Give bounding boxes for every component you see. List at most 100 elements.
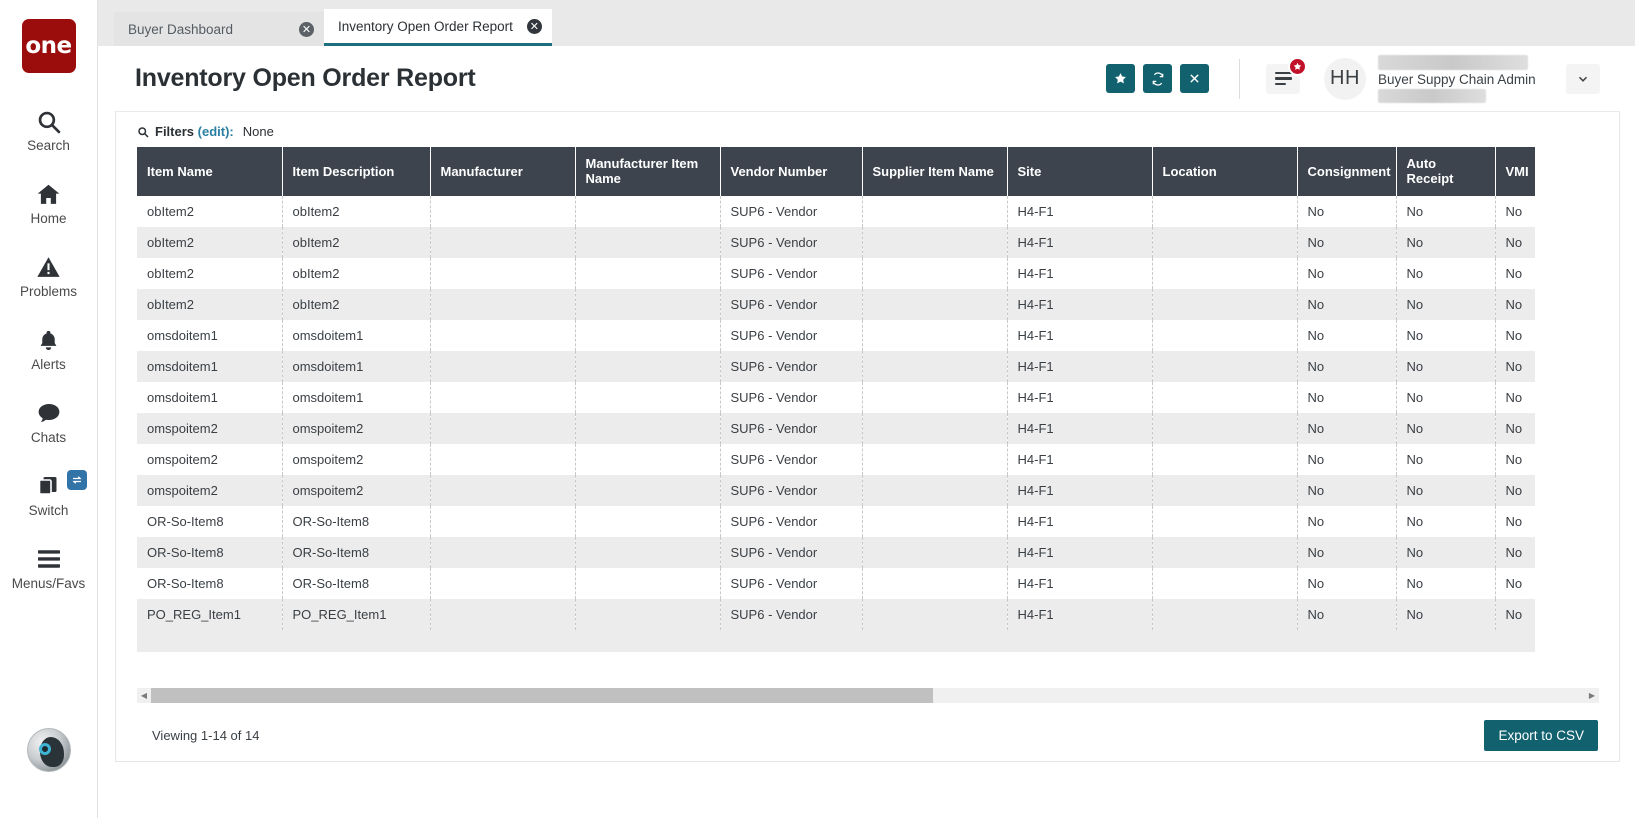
- table-cell: omspoitem2: [282, 443, 431, 475]
- avatar[interactable]: HH: [1324, 57, 1366, 100]
- left-sidebar: one Search Home Problems Alerts Chats Switch M…: [0, 0, 98, 818]
- filters-edit-link[interactable]: (edit):: [198, 124, 234, 139]
- sidebar-item-problems[interactable]: Problems: [0, 239, 97, 312]
- windows-stack-icon: [35, 471, 62, 501]
- table-cell: obItem2: [137, 226, 283, 258]
- table-cell: [575, 350, 721, 382]
- table-cell: No: [1396, 288, 1496, 320]
- table-row[interactable]: obItem2 obItem2 SUP6 - Vendor H4-F1 No No No: [137, 226, 1535, 258]
- table-cell: [862, 319, 1008, 351]
- table-cell: [575, 257, 721, 289]
- table-cell: [1152, 567, 1298, 599]
- table-cell: No: [1505, 296, 1523, 312]
- tab-label: Inventory Open Order Report: [338, 18, 513, 34]
- column-header[interactable]: Consignment: [1297, 147, 1397, 196]
- table-cell: OR-So-Item8: [282, 567, 431, 599]
- scroll-right-arrow[interactable]: ▶: [1585, 688, 1599, 703]
- tab-inventory-open-order-report[interactable]: Inventory Open Order Report ✕: [324, 9, 552, 46]
- table-cell: [862, 195, 1008, 227]
- scrollbar-thumb[interactable]: [151, 688, 933, 703]
- column-header[interactable]: VMI: [1495, 147, 1535, 196]
- sidebar-item-label: Alerts: [31, 357, 66, 373]
- table-cell: [1152, 350, 1298, 382]
- table-row[interactable]: obItem2 obItem2 SUP6 - Vendor H4-F1 No No No: [137, 288, 1535, 320]
- close-circle-icon[interactable]: ✕: [299, 21, 314, 37]
- table-cell: No: [1297, 195, 1397, 227]
- sidebar-item-menus-favs[interactable]: Menus/Favs: [0, 531, 97, 604]
- table-row[interactable]: PO_REG_Item1 PO_REG_Item1 SUP6 - Vendor H4-…: [137, 598, 1535, 630]
- table-cell: [1152, 474, 1298, 506]
- export-to-csv-button[interactable]: Export to CSV: [1484, 719, 1598, 751]
- close-circle-icon[interactable]: ✕: [526, 18, 542, 34]
- search-icon: [137, 126, 149, 138]
- sidebar-item-alerts[interactable]: Alerts: [0, 312, 97, 385]
- table-row[interactable]: obItem2 obItem2 SUP6 - Vendor H4-F1 No No No: [137, 195, 1535, 227]
- user-info-block[interactable]: Buyer Suppy Chain Admin: [1378, 53, 1548, 105]
- table-row[interactable]: omsdoitem1 omsdoitem1 SUP6 - Vendor H4-F1 No…: [137, 381, 1535, 413]
- table-cell: [430, 257, 576, 289]
- star-icon: [1293, 62, 1302, 70]
- table-cell: No: [1505, 327, 1523, 343]
- table-cell: No: [1297, 350, 1397, 382]
- column-header[interactable]: Location: [1152, 147, 1298, 196]
- table-cell: obItem2: [282, 288, 431, 320]
- x-icon: [1190, 74, 1199, 83]
- page-header: Inventory Open Order Report HH Buyer Sup…: [115, 46, 1620, 112]
- inventory-open-order-table: Item Name Item Description Manufacturer Man…: [137, 147, 1535, 652]
- page-title: Inventory Open Order Report: [135, 64, 476, 92]
- table-row[interactable]: omspoitem2 omspoitem2 SUP6 - Vendor H4-F1 No…: [137, 474, 1535, 506]
- table-cell: No: [1396, 474, 1496, 506]
- refresh-button[interactable]: [1143, 64, 1172, 93]
- table-cell: No: [1505, 513, 1523, 529]
- header-menu-button[interactable]: [1266, 56, 1307, 94]
- swap-arrows-icon[interactable]: [67, 470, 87, 490]
- table-cell: PO_REG_Item1: [137, 598, 283, 630]
- sidebar-item-label: Search: [27, 138, 70, 154]
- horizontal-scrollbar[interactable]: ◀ ▶: [137, 688, 1599, 703]
- column-header[interactable]: Manufacturer Item Name: [575, 147, 721, 196]
- table-row[interactable]: omspoitem2 omspoitem2 SUP6 - Vendor H4-F1 No…: [137, 443, 1535, 475]
- table-row[interactable]: omsdoitem1 omsdoitem1 SUP6 - Vendor H4-F1 No…: [137, 319, 1535, 351]
- header-divider: [1239, 58, 1240, 99]
- filters-label: Filters: [155, 124, 195, 139]
- brand-logo[interactable]: one: [21, 19, 76, 73]
- table-cell: H4-F1: [1007, 443, 1153, 475]
- column-header[interactable]: Item Description: [282, 147, 431, 196]
- sidebar-item-switch[interactable]: Switch: [0, 458, 97, 531]
- table-cell: No: [1505, 265, 1523, 281]
- table-cell: [1152, 443, 1298, 475]
- user-menu-toggle[interactable]: [1566, 63, 1600, 94]
- table-header-row: Item Name Item Description Manufacturer Man…: [137, 147, 1535, 196]
- table-cell: omsdoitem1: [137, 381, 283, 413]
- table-row[interactable]: OR-So-Item8 OR-So-Item8 SUP6 - Vendor H4-F1…: [137, 505, 1535, 537]
- sidebar-item-home[interactable]: Home: [0, 166, 97, 239]
- table-row[interactable]: OR-So-Item8 OR-So-Item8 SUP6 - Vendor H4-F1…: [137, 536, 1535, 568]
- column-header[interactable]: Auto Receipt: [1396, 147, 1496, 196]
- table-cell: [430, 474, 576, 506]
- table-row[interactable]: omspoitem2 omspoitem2 SUP6 - Vendor H4-F1 No…: [137, 412, 1535, 444]
- table-cell: No: [1396, 567, 1496, 599]
- close-button[interactable]: [1180, 64, 1209, 93]
- user-avatar-icon[interactable]: [27, 728, 71, 772]
- column-header[interactable]: Item Name: [137, 147, 283, 196]
- table-row[interactable]: omsdoitem1 omsdoitem1 SUP6 - Vendor H4-F1 No…: [137, 350, 1535, 382]
- scrollbar-track[interactable]: [151, 688, 1585, 703]
- scroll-left-arrow[interactable]: ◀: [137, 688, 151, 703]
- column-header[interactable]: Manufacturer: [430, 147, 576, 196]
- column-header[interactable]: Site: [1007, 147, 1153, 196]
- table-cell: SUP6 - Vendor: [720, 505, 863, 537]
- sidebar-item-search[interactable]: Search: [0, 93, 97, 166]
- sidebar-item-chats[interactable]: Chats: [0, 385, 97, 458]
- table-row[interactable]: obItem2 obItem2 SUP6 - Vendor H4-F1 No No No: [137, 257, 1535, 289]
- favorite-button[interactable]: [1106, 64, 1135, 93]
- table-cell: No: [1396, 257, 1496, 289]
- table-cell: No: [1297, 536, 1397, 568]
- column-header[interactable]: Supplier Item Name: [862, 147, 1008, 196]
- table-cell: [575, 505, 721, 537]
- table-cell: [1152, 288, 1298, 320]
- table-row[interactable]: OR-So-Item8 OR-So-Item8 SUP6 - Vendor H4-F1…: [137, 567, 1535, 599]
- table-cell: H4-F1: [1007, 505, 1153, 537]
- tab-buyer-dashboard[interactable]: Buyer Dashboard ✕: [114, 12, 324, 46]
- column-header[interactable]: Vendor Number: [720, 147, 863, 196]
- table-cell: [1152, 536, 1298, 568]
